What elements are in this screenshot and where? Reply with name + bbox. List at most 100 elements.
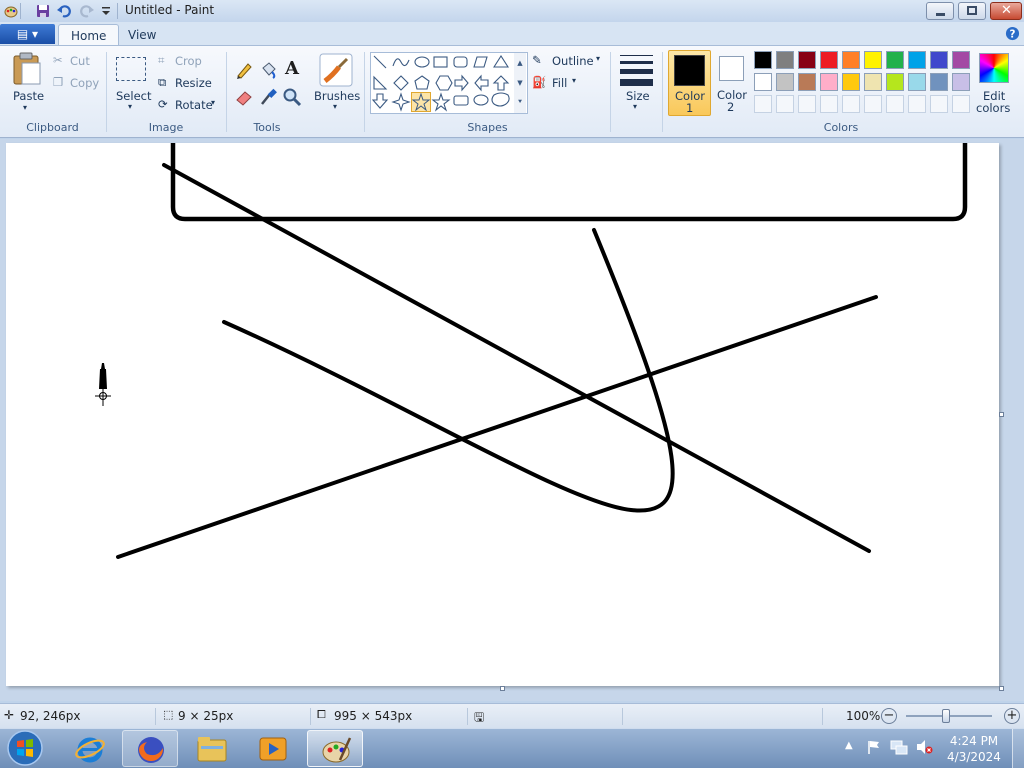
custom-color-slot[interactable] bbox=[930, 95, 948, 113]
maximize-button[interactable] bbox=[958, 2, 986, 20]
chevron-down-icon: ▾ bbox=[596, 54, 601, 63]
palette-swatch[interactable] bbox=[820, 51, 838, 69]
canvas-size-icon: ⧠ bbox=[317, 708, 326, 721]
pencil-icon[interactable] bbox=[234, 60, 254, 80]
customize-qat-icon[interactable] bbox=[98, 3, 114, 19]
scroll-up-icon: ▲ bbox=[517, 59, 523, 67]
minimize-button[interactable] bbox=[926, 2, 954, 20]
custom-color-slot[interactable] bbox=[842, 95, 860, 113]
network-icon[interactable] bbox=[890, 739, 908, 755]
eraser-icon[interactable] bbox=[234, 87, 254, 107]
zoom-slider-thumb[interactable] bbox=[941, 709, 950, 723]
start-button[interactable] bbox=[4, 729, 46, 767]
star-shape-selected[interactable] bbox=[411, 92, 431, 112]
rotate-button[interactable]: ⟳ Rotate ▾ bbox=[157, 97, 221, 113]
tools-group-label: Tools bbox=[253, 121, 281, 134]
resize-handle-bottom[interactable] bbox=[500, 686, 505, 691]
crop-button[interactable]: ⌗ Crop bbox=[157, 53, 212, 69]
edit-colors-button[interactable]: Edit colors bbox=[975, 51, 1015, 117]
color1-button[interactable]: Color 1 bbox=[668, 50, 711, 116]
volume-muted-icon[interactable] bbox=[915, 739, 933, 755]
palette-swatch[interactable] bbox=[930, 51, 948, 69]
zoom-out-button[interactable]: − bbox=[881, 708, 897, 724]
magnifier-icon[interactable] bbox=[282, 87, 302, 107]
paste-button[interactable]: Paste ▾ bbox=[6, 50, 48, 112]
clock[interactable]: 4:24 PM 4/3/2024 bbox=[945, 733, 1003, 765]
resize-icon: ⧉ bbox=[158, 75, 167, 89]
palette-swatch[interactable] bbox=[842, 51, 860, 69]
fill-icon[interactable] bbox=[258, 60, 278, 80]
paint-taskbar-button[interactable] bbox=[307, 730, 363, 767]
zoom-in-button[interactable]: + bbox=[1004, 708, 1020, 724]
text-icon[interactable]: A bbox=[282, 58, 302, 80]
palette-swatch[interactable] bbox=[886, 73, 904, 91]
firefox-icon bbox=[138, 737, 164, 763]
palette-swatch[interactable] bbox=[908, 73, 926, 91]
resize-button[interactable]: ⧉ Resize bbox=[157, 75, 217, 91]
custom-color-slot[interactable] bbox=[798, 95, 816, 113]
show-desktop-button[interactable] bbox=[1012, 729, 1024, 768]
paint-app-icon[interactable] bbox=[3, 3, 19, 19]
file-menu-button[interactable]: ▤ ▾ bbox=[0, 24, 55, 44]
tab-view[interactable]: View bbox=[116, 24, 168, 46]
title-bar: Untitled - Paint ✕ bbox=[0, 0, 1024, 22]
color-picker-icon[interactable] bbox=[258, 87, 278, 107]
file-explorer-taskbar-button[interactable] bbox=[184, 730, 240, 767]
palette-swatch[interactable] bbox=[754, 73, 772, 91]
custom-color-slot[interactable] bbox=[776, 95, 794, 113]
custom-color-slot[interactable] bbox=[886, 95, 904, 113]
show-hidden-icons-button[interactable]: ▲ bbox=[845, 740, 853, 751]
select-button[interactable]: Select ▾ bbox=[113, 52, 151, 114]
palette-swatch[interactable] bbox=[952, 51, 970, 69]
size-button[interactable]: Size ▾ bbox=[616, 51, 658, 115]
tab-home[interactable]: Home bbox=[58, 24, 120, 46]
palette-swatch[interactable] bbox=[776, 51, 794, 69]
media-player-taskbar-button[interactable] bbox=[245, 730, 301, 767]
paste-label: Paste bbox=[13, 89, 45, 103]
scroll-down-icon: ▼ bbox=[517, 79, 523, 87]
fill-button[interactable]: ⛽ Fill ▾ bbox=[532, 75, 582, 91]
resize-handle-right[interactable] bbox=[999, 412, 1004, 417]
palette-swatch[interactable] bbox=[864, 73, 882, 91]
redo-icon[interactable] bbox=[79, 3, 95, 19]
file-size-icon: 🖫 bbox=[474, 710, 485, 724]
firefox-taskbar-button[interactable] bbox=[122, 730, 178, 767]
palette-swatch[interactable] bbox=[798, 73, 816, 91]
color1-swatch bbox=[674, 55, 705, 86]
undo-icon[interactable] bbox=[56, 3, 72, 19]
outline-button[interactable]: ✎ Outline ▾ bbox=[532, 53, 604, 69]
palette-swatch[interactable] bbox=[842, 73, 860, 91]
custom-color-slot[interactable] bbox=[952, 95, 970, 113]
action-center-flag-icon[interactable] bbox=[866, 739, 882, 755]
resize-handle-corner[interactable] bbox=[999, 686, 1004, 691]
save-icon[interactable] bbox=[35, 3, 51, 19]
palette-swatch[interactable] bbox=[798, 51, 816, 69]
help-icon[interactable]: ? bbox=[1005, 26, 1020, 41]
chevron-down-icon: ▾ bbox=[23, 103, 28, 112]
copy-button[interactable]: ❐ Copy bbox=[52, 75, 102, 91]
palette-swatch[interactable] bbox=[930, 73, 948, 91]
internet-explorer-taskbar-button[interactable] bbox=[62, 730, 118, 767]
palette-swatch[interactable] bbox=[952, 73, 970, 91]
palette-swatch[interactable] bbox=[754, 51, 772, 69]
svg-text:?: ? bbox=[1010, 28, 1016, 40]
brushes-button[interactable]: Brushes ▾ bbox=[311, 51, 361, 115]
palette-swatch[interactable] bbox=[908, 51, 926, 69]
palette-swatch[interactable] bbox=[886, 51, 904, 69]
palette-swatch[interactable] bbox=[864, 51, 882, 69]
color2-button[interactable]: Color 2 bbox=[714, 50, 750, 116]
custom-color-slot[interactable] bbox=[820, 95, 838, 113]
drawing-canvas[interactable] bbox=[6, 143, 999, 686]
cut-button[interactable]: ✂ Cut bbox=[52, 53, 97, 69]
custom-color-slot[interactable] bbox=[908, 95, 926, 113]
palette-swatch[interactable] bbox=[776, 73, 794, 91]
palette-swatch[interactable] bbox=[820, 73, 838, 91]
cursor-position-text: 92, 246px bbox=[20, 709, 81, 723]
cursor-position-icon: ✛ bbox=[4, 708, 15, 722]
brushes-label: Brushes bbox=[314, 89, 361, 103]
custom-color-slot[interactable] bbox=[754, 95, 772, 113]
shapes-scrollbar[interactable]: ▲ ▼ ⯆ bbox=[514, 53, 526, 113]
close-button[interactable]: ✕ bbox=[990, 2, 1022, 20]
custom-color-slot[interactable] bbox=[864, 95, 882, 113]
copy-label: Copy bbox=[70, 76, 100, 90]
